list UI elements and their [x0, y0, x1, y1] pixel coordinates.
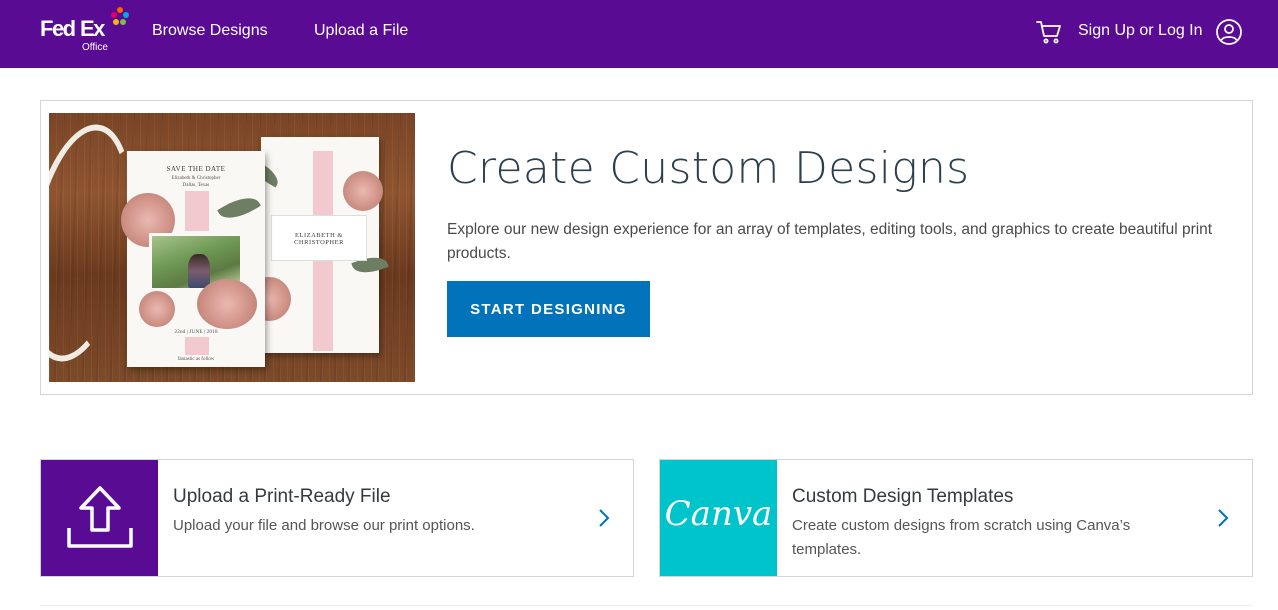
sign-up-or-log-in-link[interactable]: Sign Up or Log In — [1078, 22, 1203, 40]
leaf-decoration — [217, 190, 261, 226]
upload-tile-description: Upload your file and browse our print op… — [173, 517, 475, 534]
hero-title: Create Custom Designs — [447, 143, 970, 194]
divider — [40, 605, 1253, 606]
save-the-date-place: Dallas, Texas — [182, 183, 210, 188]
upload-print-ready-file-tile[interactable]: Upload a Print-Ready File Upload your fi… — [40, 459, 634, 577]
cart-icon[interactable] — [1036, 19, 1062, 45]
fedex-office-logo[interactable]: Fed Ex Office — [40, 6, 130, 56]
upload-icon-box — [41, 460, 158, 576]
upload-icon — [67, 486, 133, 548]
canva-logo-box: Canva — [660, 460, 777, 576]
user-account-icon[interactable] — [1215, 18, 1243, 46]
pink-ribbon-band — [185, 337, 209, 355]
canva-tile-description: Create custom designs from scratch using… — [792, 517, 1131, 558]
hero-description: Explore our new design experience for an… — [447, 221, 1213, 262]
custom-design-templates-tile[interactable]: Canva Custom Design Templates Create cus… — [659, 459, 1253, 577]
invitation-names: ELIZABETH & CHRISTOPHER — [294, 232, 344, 246]
invitation-nameplate: ELIZABETH & CHRISTOPHER — [271, 215, 367, 261]
hero-banner: ELIZABETH & CHRISTOPHER SAVE THE DATE El… — [40, 100, 1253, 395]
logo-office-text: Office — [82, 42, 108, 53]
pink-ribbon-band — [185, 191, 209, 231]
chevron-right-icon — [599, 509, 610, 527]
flower-decoration — [343, 171, 383, 211]
flower-decoration — [139, 291, 175, 327]
upload-tile-title: Upload a Print-Ready File — [173, 486, 391, 507]
chevron-right-icon — [1218, 509, 1229, 527]
hero-wedding-invitation-image: ELIZABETH & CHRISTOPHER SAVE THE DATE El… — [49, 113, 415, 382]
nav-upload-a-file[interactable]: Upload a File — [314, 22, 408, 40]
save-the-date-names: Elizabeth & Christopher — [171, 176, 221, 181]
start-designing-button[interactable]: START DESIGNING — [447, 281, 650, 337]
pinwheel-star-icon — [111, 7, 129, 25]
save-the-date-heading: SAVE THE DATE — [166, 165, 226, 173]
nav-browse-designs[interactable]: Browse Designs — [152, 22, 268, 40]
logo-ex-text: Ex — [80, 16, 105, 41]
logo-fed-text: Fed — [40, 16, 76, 41]
canva-logo: Canva — [664, 494, 773, 534]
save-the-date-footer: fantastic as follow — [177, 357, 215, 362]
save-the-date-date: 22nd | JUNE | 2018 — [174, 329, 218, 335]
canva-tile-title: Custom Design Templates — [792, 486, 1014, 507]
invitation-card: ELIZABETH & CHRISTOPHER — [247, 137, 389, 353]
couple-figure — [188, 254, 210, 288]
site-header: Fed Ex Office Browse Designs Upload a Fi… — [0, 0, 1278, 68]
save-the-date-card: SAVE THE DATE Elizabeth & Christopher Da… — [121, 151, 265, 367]
flower-decoration — [197, 279, 257, 329]
